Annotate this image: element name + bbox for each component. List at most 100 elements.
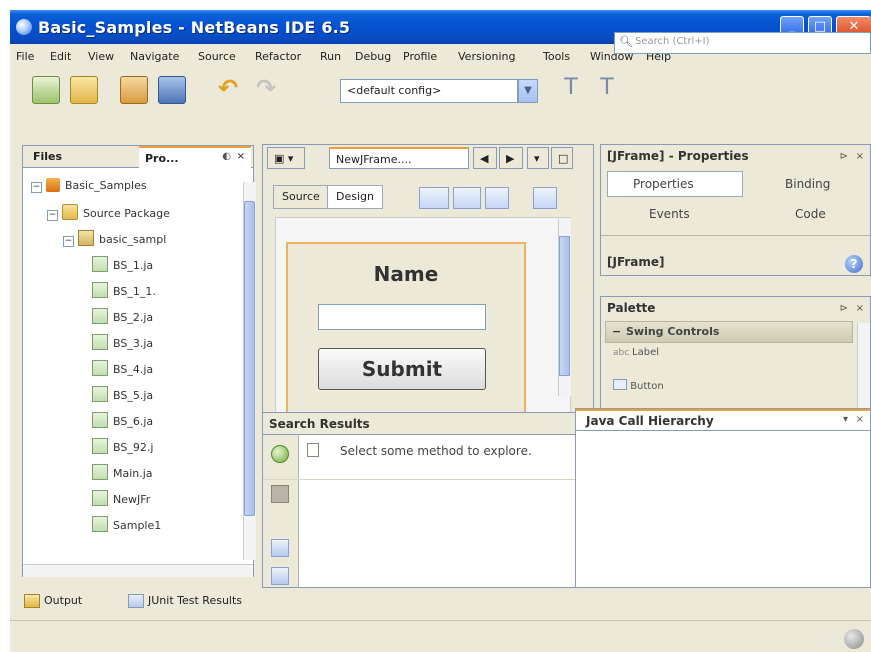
palette-category-header[interactable]: − Swing Controls — [605, 321, 853, 343]
junit-icon — [128, 594, 144, 608]
tree-item[interactable]: − basic_sampl — [63, 230, 166, 252]
jframe-preview[interactable]: Name Submit — [286, 242, 526, 422]
tree-item-label: BS_4.ja — [113, 363, 154, 376]
tree-item[interactable]: NewJFr — [79, 490, 150, 512]
palette-close-icon[interactable]: × — [856, 303, 864, 314]
tree-item[interactable]: BS_3.ja — [79, 334, 153, 356]
scroll-tabs-right-icon[interactable]: ▶ — [499, 147, 523, 169]
palette-vertical-scrollbar[interactable] — [857, 323, 870, 411]
tree-expander-icon[interactable]: − — [47, 210, 58, 221]
tree-item[interactable]: BS_1_1. — [79, 282, 156, 304]
menu-source[interactable]: Source — [198, 50, 236, 63]
new-file-icon[interactable] — [32, 76, 60, 104]
quick-search-input[interactable]: 🔍︎ Search (Ctrl+I) — [614, 32, 871, 54]
tab-events[interactable]: Events — [649, 207, 690, 221]
help-icon[interactable]: ? — [845, 255, 863, 273]
tree-expander-icon[interactable]: − — [63, 236, 74, 247]
save-all-icon[interactable] — [158, 76, 186, 104]
palette-item-button[interactable]: Button — [605, 379, 853, 397]
tree-item[interactable]: BS_1.ja — [79, 256, 153, 278]
clean-build-icon[interactable]: T — [594, 76, 620, 102]
tree-item-label: BS_92.j — [113, 441, 154, 454]
menu-versioning[interactable]: Versioning — [458, 50, 515, 63]
tree-horizontal-scrollbar[interactable] — [23, 564, 253, 577]
canvas-scroll-thumb[interactable] — [559, 236, 570, 376]
palette-item-label[interactable]: abc Label — [605, 347, 853, 365]
selection-mode-icon[interactable] — [419, 187, 449, 209]
close-tab-icon[interactable]: × — [237, 151, 245, 162]
menu-profile[interactable]: Profile — [403, 50, 437, 63]
configuration-select[interactable]: <default config> — [340, 79, 518, 103]
call-hierarchy-minimize-icon[interactable]: ▾ — [843, 414, 848, 425]
tab-projects[interactable]: Pro... ◐ × — [139, 146, 251, 168]
show-opened-documents-icon[interactable]: ▾ — [527, 147, 549, 169]
align-icon[interactable] — [533, 187, 557, 209]
design-subtab[interactable]: Design — [327, 185, 383, 209]
preview-design-icon[interactable] — [485, 187, 509, 209]
toolbar: ↶ ↷ <default config> ▼ T T — [10, 70, 871, 110]
memory-indicator-icon[interactable] — [844, 629, 864, 649]
call-hierarchy-title: Java Call Hierarchy — [586, 414, 714, 428]
tree-item[interactable]: BS_2.ja — [79, 308, 153, 330]
build-hammer-icon[interactable]: T — [558, 76, 584, 102]
tree-item-label: Source Package — [83, 207, 170, 220]
redo-icon[interactable]: ↷ — [253, 76, 279, 102]
tree-item[interactable]: BS_6.ja — [79, 412, 153, 434]
tab-files[interactable]: Files — [27, 146, 68, 168]
editor-tab-list-button[interactable]: ▣ ▾ — [267, 147, 305, 169]
stop-icon[interactable] — [271, 485, 289, 503]
tree-item[interactable]: BS_5.ja — [79, 386, 153, 408]
connection-mode-icon[interactable] — [453, 187, 481, 209]
bottom-tabs: Output JUnit Test Results — [10, 588, 871, 616]
tab-junit-test-results[interactable]: JUnit Test Results — [148, 594, 242, 607]
java-file-icon — [92, 282, 108, 298]
tree-view-icon[interactable] — [271, 567, 289, 585]
output-icon — [24, 594, 40, 608]
design-canvas[interactable]: Name Submit — [275, 217, 571, 422]
menu-tools[interactable]: Tools — [543, 50, 570, 63]
tab-binding[interactable]: Binding — [785, 177, 830, 191]
editor-tab-newjframe[interactable]: NewJFrame.... — [329, 147, 469, 169]
tree-item[interactable]: − Source Package — [47, 204, 170, 226]
menu-debug[interactable]: Debug — [355, 50, 391, 63]
menu-run[interactable]: Run — [320, 50, 341, 63]
submit-button[interactable]: Submit — [318, 348, 486, 390]
properties-minimize-icon[interactable]: ⊳ — [840, 151, 848, 162]
refresh-icon[interactable] — [271, 445, 289, 463]
java-file-icon — [92, 334, 108, 350]
name-label[interactable]: Name — [288, 262, 524, 286]
undo-icon[interactable]: ↶ — [215, 76, 241, 102]
chevron-down-icon[interactable]: ▼ — [518, 79, 538, 103]
tree-item[interactable]: BS_4.ja — [79, 360, 153, 382]
open-project-icon[interactable] — [120, 76, 148, 104]
restore-icon[interactable]: ◐ — [222, 151, 231, 162]
maximize-window-icon[interactable]: □ — [551, 147, 573, 169]
tree-expander-icon[interactable]: − — [31, 182, 42, 193]
tab-output[interactable]: Output — [44, 594, 82, 607]
source-subtab[interactable]: Source — [273, 185, 329, 209]
name-text-field[interactable] — [318, 304, 486, 330]
list-view-icon[interactable] — [271, 539, 289, 557]
tree-item[interactable]: BS_92.j — [79, 438, 153, 460]
tab-properties[interactable]: Properties — [633, 177, 694, 191]
tree-item[interactable]: Sample1 — [79, 516, 161, 538]
palette-minimize-icon[interactable]: ⊳ — [840, 303, 848, 314]
java-file-icon — [92, 308, 108, 324]
menu-edit[interactable]: Edit — [50, 50, 71, 63]
scroll-tabs-left-icon[interactable]: ◀ — [473, 147, 497, 169]
tree-scroll-thumb[interactable] — [244, 201, 255, 516]
java-file-icon — [92, 412, 108, 428]
properties-close-icon[interactable]: × — [856, 151, 864, 162]
menu-file[interactable]: File — [16, 50, 34, 63]
palette-item-button-text: Button — [630, 381, 664, 392]
new-project-icon[interactable] — [70, 76, 98, 104]
menu-view[interactable]: View — [88, 50, 114, 63]
menu-refactor[interactable]: Refactor — [255, 50, 301, 63]
java-main-icon — [92, 464, 108, 480]
tree-item[interactable]: Main.ja — [79, 464, 153, 486]
menu-navigate[interactable]: Navigate — [130, 50, 179, 63]
call-hierarchy-close-icon[interactable]: × — [856, 414, 864, 425]
package-icon — [78, 230, 94, 246]
tree-item[interactable]: − Basic_Samples — [31, 178, 147, 200]
tab-code[interactable]: Code — [795, 207, 826, 221]
